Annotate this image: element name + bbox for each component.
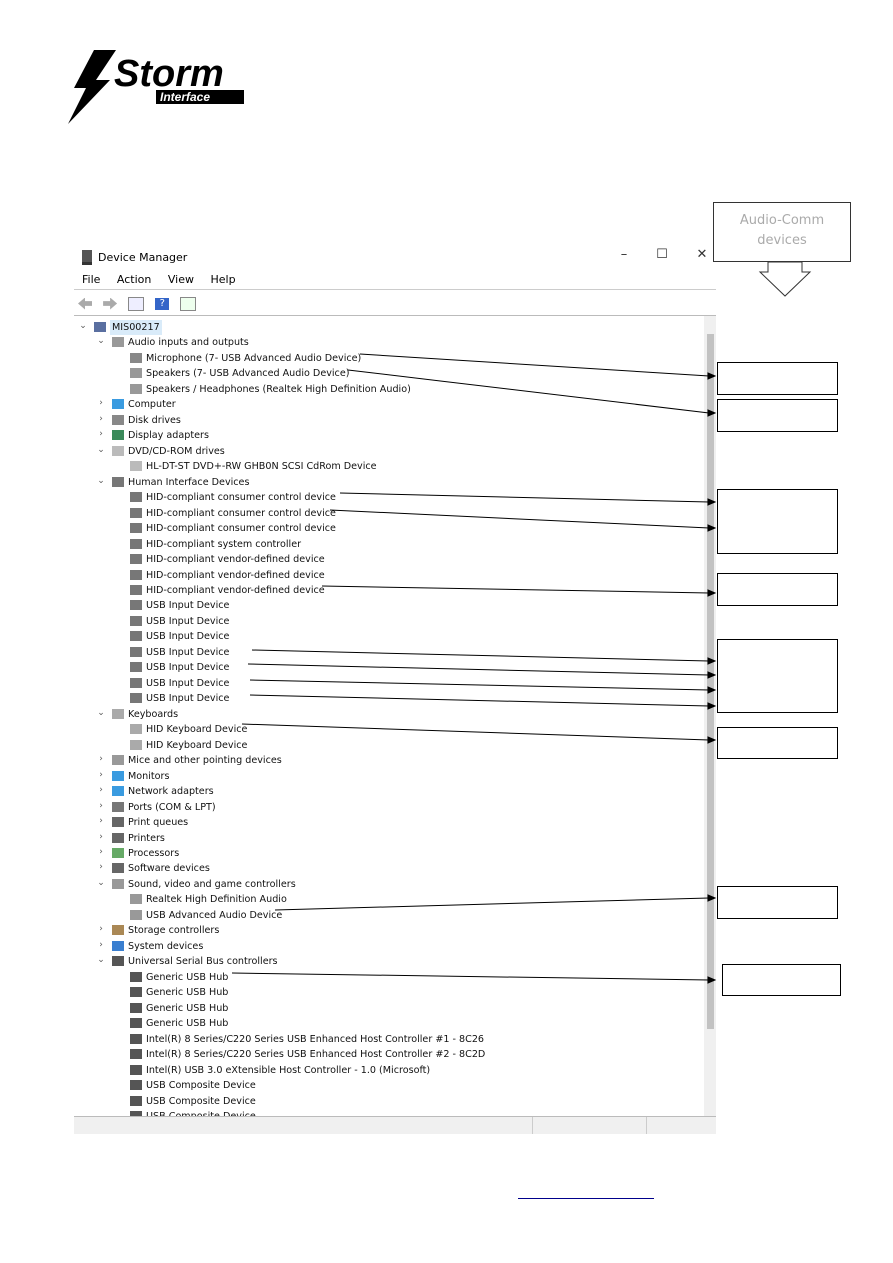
annotation-arrow	[329, 509, 710, 529]
annotation-arrow	[359, 353, 710, 377]
arrowhead-icon	[707, 524, 717, 532]
arrowhead-icon	[707, 736, 717, 744]
annotation-arrow	[231, 972, 710, 981]
annotation-box	[717, 573, 838, 606]
arrowhead-icon	[707, 372, 717, 380]
footer-link-underline[interactable]	[518, 1198, 654, 1199]
annotation-box	[717, 886, 838, 919]
annotation-arrow	[249, 694, 710, 707]
arrowhead-icon	[707, 589, 717, 597]
annotation-arrow	[339, 492, 710, 503]
annotation-box	[717, 362, 838, 395]
annotation-arrow	[249, 679, 710, 691]
arrowhead-icon	[707, 657, 717, 665]
annotation-arrow	[241, 723, 710, 741]
arrowhead-icon	[707, 409, 717, 417]
arrowhead-icon	[707, 498, 717, 506]
arrowhead-icon	[707, 702, 717, 710]
annotation-box	[717, 489, 838, 554]
arrowhead-icon	[707, 671, 717, 679]
annotation-arrow	[251, 649, 710, 662]
arrowhead-icon	[707, 686, 717, 694]
annotation-box	[717, 727, 838, 759]
annotation-box	[717, 639, 838, 713]
annotation-arrow	[321, 585, 710, 594]
annotation-arrow	[347, 369, 710, 414]
annotation-box	[722, 964, 841, 996]
annotation-arrow	[274, 897, 710, 911]
annotation-box	[717, 399, 838, 432]
arrowhead-icon	[707, 894, 717, 902]
callout-down-arrow-icon	[758, 261, 812, 297]
arrowhead-icon	[707, 976, 717, 984]
annotation-arrow	[247, 663, 710, 676]
annotation-layer	[231, 261, 812, 984]
